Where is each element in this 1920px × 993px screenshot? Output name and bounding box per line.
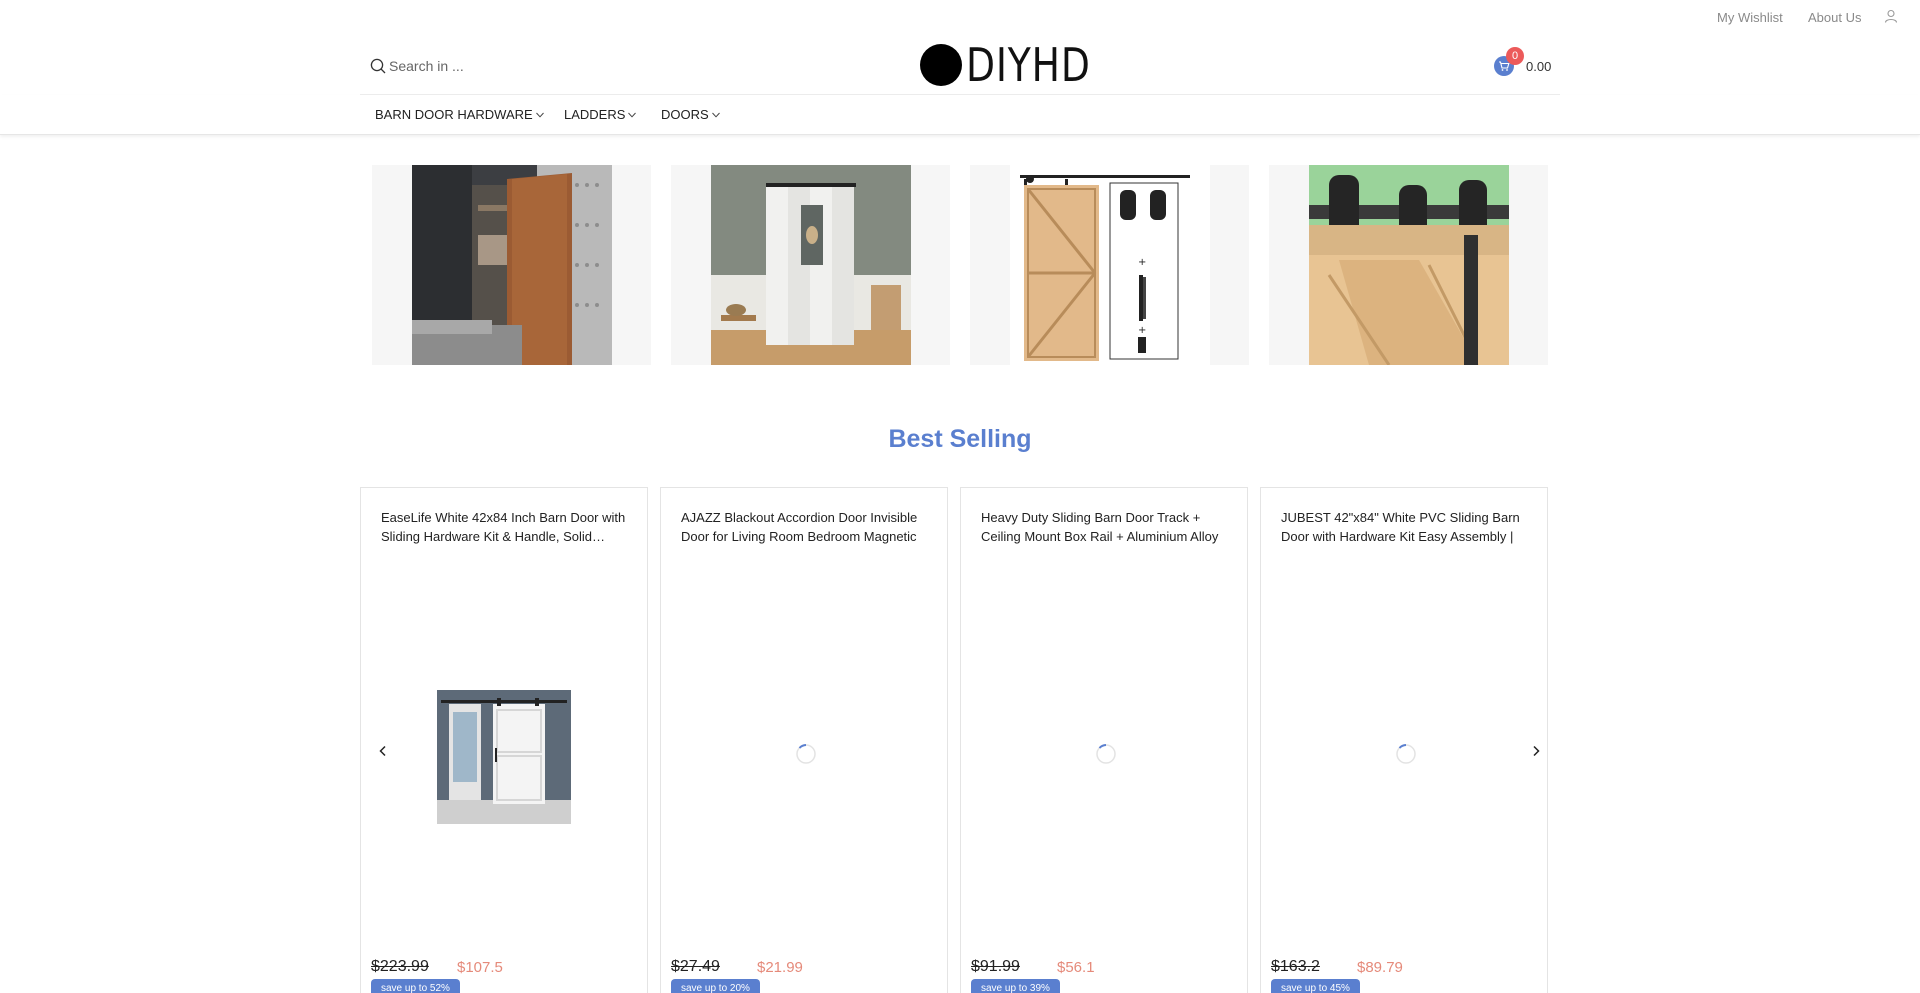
- nav-item-ladders[interactable]: LADDERS: [564, 107, 637, 122]
- banner-image: [711, 165, 911, 365]
- top-bar: My Wishlist About Us: [0, 0, 1920, 34]
- loading-spinner-icon: [1096, 744, 1116, 764]
- original-price: $27.49: [671, 958, 720, 975]
- chevron-left-icon: [379, 745, 386, 757]
- product-title[interactable]: EaseLife White 42x84 Inch Barn Door with…: [381, 508, 626, 546]
- sale-price: $21.99: [757, 959, 803, 976]
- banner-white-doors[interactable]: [671, 165, 950, 365]
- user-icon[interactable]: [1884, 9, 1898, 23]
- product-title[interactable]: Heavy Duty Sliding Barn Door Track + Cei…: [981, 508, 1226, 546]
- product-carousel: EaseLife White 42x84 Inch Barn Door with…: [360, 487, 1550, 993]
- carousel-prev-button[interactable]: [373, 741, 393, 761]
- nav-item-doors[interactable]: DOORS: [661, 107, 721, 122]
- banner-barn-door-kit[interactable]: + +: [970, 165, 1249, 365]
- nav-item-label: LADDERS: [564, 107, 626, 122]
- banner-image: [1309, 165, 1509, 365]
- product-card[interactable]: JUBEST 42"x84" White PVC Sliding Barn Do…: [1260, 487, 1548, 993]
- chevron-down-icon: [711, 112, 720, 118]
- sale-price: $107.5: [457, 959, 503, 976]
- chevron-down-icon: [628, 112, 637, 118]
- product-title[interactable]: AJAZZ Blackout Accordion Door Invisible …: [681, 508, 926, 546]
- my-wishlist-link[interactable]: My Wishlist: [1717, 10, 1783, 25]
- original-price: $163.2: [1271, 958, 1320, 975]
- nav-item-barn-door-hardware[interactable]: BARN DOOR HARDWARE: [375, 107, 545, 122]
- product-card[interactable]: AJAZZ Blackout Accordion Door Invisible …: [660, 487, 948, 993]
- product-card[interactable]: Heavy Duty Sliding Barn Door Track + Cei…: [960, 487, 1248, 993]
- loading-spinner-icon: [1396, 744, 1416, 764]
- nav-item-label: BARN DOOR HARDWARE: [375, 107, 533, 122]
- search-icon[interactable]: [370, 58, 386, 74]
- logo-text: DIYHD: [966, 38, 1091, 92]
- cart-icon: 0: [1494, 47, 1524, 76]
- logo-mark: [920, 44, 962, 86]
- carousel-next-button[interactable]: [1526, 741, 1546, 761]
- chevron-down-icon: [535, 112, 544, 118]
- site-logo[interactable]: DIYHD: [920, 42, 1118, 88]
- sale-price: $89.79: [1357, 959, 1403, 976]
- nav-item-label: DOORS: [661, 107, 709, 122]
- save-badge: save up to 52%: [371, 979, 460, 993]
- save-badge: save up to 39%: [971, 979, 1060, 993]
- product-title[interactable]: JUBEST 42"x84" White PVC Sliding Barn Do…: [1281, 508, 1526, 546]
- original-price: $91.99: [971, 958, 1020, 975]
- best-selling-title: Best Selling: [888, 425, 1032, 453]
- save-badge: save up to 20%: [671, 979, 760, 993]
- chevron-right-icon: [1533, 745, 1540, 757]
- svg-text:+: +: [1138, 257, 1146, 268]
- save-badge: save up to 45%: [1271, 979, 1360, 993]
- loading-spinner-icon: [796, 744, 816, 764]
- banner-image: [412, 165, 612, 365]
- banner-hardware-closeup[interactable]: [1269, 165, 1548, 365]
- original-price: $223.99: [371, 958, 429, 975]
- cart-count-badge: 0: [1506, 47, 1524, 65]
- sale-price: $56.1: [1057, 959, 1095, 976]
- product-card[interactable]: EaseLife White 42x84 Inch Barn Door with…: [360, 487, 648, 993]
- product-image[interactable]: [437, 690, 571, 824]
- cart-total: 0.00: [1526, 58, 1552, 74]
- cart-button[interactable]: 0 0.00: [1494, 47, 1552, 80]
- category-banners: + +: [372, 165, 1548, 365]
- search-input[interactable]: [389, 58, 609, 74]
- main-navigation: BARN DOOR HARDWARE LADDERS DOORS: [0, 95, 1920, 135]
- search-bar: [370, 54, 630, 78]
- svg-text:+: +: [1138, 325, 1146, 336]
- about-us-link[interactable]: About Us: [1808, 10, 1861, 25]
- site-header: DIYHD 0 0.00: [0, 34, 1920, 94]
- banner-bedroom-barn-door[interactable]: [372, 165, 651, 365]
- banner-image: + +: [1010, 165, 1210, 365]
